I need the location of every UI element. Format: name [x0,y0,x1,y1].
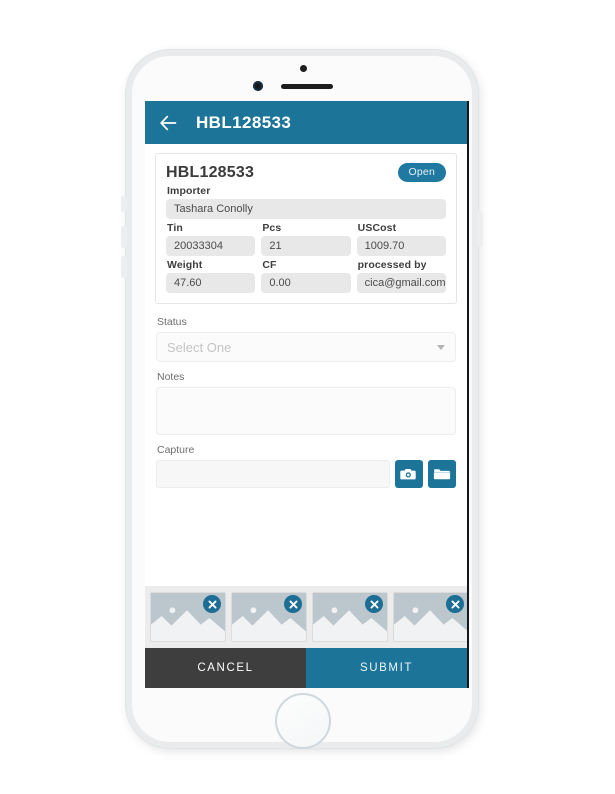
screenshot-stage: HBL128533 HBL128533 Open Importer Tashar… [0,0,615,794]
volume-up-button[interactable] [121,226,127,248]
front-camera-icon [253,81,263,91]
capture-label: Capture [157,444,195,456]
power-button[interactable] [477,212,483,246]
field-value-importer: Tashara Conolly [166,199,446,219]
form-section: Status Select One Notes Capture [155,304,457,495]
camera-button[interactable] [395,460,423,488]
field-cf: CF 0.00 [261,256,351,293]
submit-button[interactable]: SUBMIT [306,648,467,688]
field-importer: Importer Tashara Conolly [166,185,446,219]
proximity-sensor-icon [300,65,307,72]
status-select-placeholder: Select One [167,339,232,355]
shipment-detail-card: HBL128533 Open Importer Tashara Conolly … [155,153,457,304]
field-label-uscost: USCost [357,222,397,234]
status-label: Status [157,316,187,328]
close-circle-icon[interactable] [203,595,221,613]
back-arrow-icon[interactable] [158,112,180,134]
action-footer: CANCEL SUBMIT [145,648,467,688]
screen-body: HBL128533 Open Importer Tashara Conolly … [145,144,467,688]
field-value-uscost: 1009.70 [356,236,446,256]
field-label-importer: Importer [167,185,211,197]
page-title: HBL128533 [196,112,292,132]
cancel-button[interactable]: CANCEL [145,648,306,688]
field-value-weight: 47.60 [166,273,256,293]
scroll-area[interactable]: HBL128533 Open Importer Tashara Conolly … [145,144,467,586]
field-processed-by: processed by cica@gmail.com [356,256,446,293]
silent-switch[interactable] [121,196,127,212]
volume-down-button[interactable] [121,256,127,278]
field-label-processed-by: processed by [357,259,427,271]
field-row-two: Weight 47.60 CF 0.00 processed by cica@g… [166,256,446,293]
field-label-weight: Weight [167,259,203,271]
thumbnail-item[interactable] [393,592,467,642]
earpiece-speaker-icon [281,84,333,89]
field-value-tin: 20033304 [166,236,256,256]
field-value-processed-by: cica@gmail.com [356,273,446,293]
card-title: HBL128533 [166,163,255,181]
close-circle-icon[interactable] [284,595,302,613]
folder-icon [433,467,451,481]
field-tin: Tin 20033304 [166,219,256,256]
status-select[interactable]: Select One [156,332,456,362]
field-value-cf: 0.00 [261,273,351,293]
home-button[interactable] [275,693,331,749]
thumbnail-item[interactable] [312,592,388,642]
field-uscost: USCost 1009.70 [356,219,446,256]
app-bar: HBL128533 [145,101,467,144]
capture-input[interactable] [156,460,390,488]
field-row-one: Tin 20033304 Pcs 21 USCost 1009.70 [166,219,446,256]
status-badge: Open [397,163,446,182]
card-header: HBL128533 Open [166,163,446,182]
close-circle-icon[interactable] [365,595,383,613]
chevron-down-icon [437,344,445,350]
thumbnail-item[interactable] [231,592,307,642]
field-label-tin: Tin [167,222,183,234]
field-value-pcs: 21 [261,236,351,256]
folder-button[interactable] [428,460,456,488]
phone-screen: HBL128533 HBL128533 Open Importer Tashar… [145,101,467,688]
notes-textarea[interactable] [156,387,456,435]
field-label-pcs: Pcs [262,222,282,234]
thumbnail-item[interactable] [150,592,226,642]
capture-row [156,460,456,488]
close-circle-icon[interactable] [446,595,464,613]
field-pcs: Pcs 21 [261,219,351,256]
field-weight: Weight 47.60 [166,256,256,293]
field-label-cf: CF [262,259,277,271]
notes-label: Notes [157,371,185,383]
camera-icon [400,467,418,481]
attachment-thumbnail-strip[interactable] [145,586,467,648]
